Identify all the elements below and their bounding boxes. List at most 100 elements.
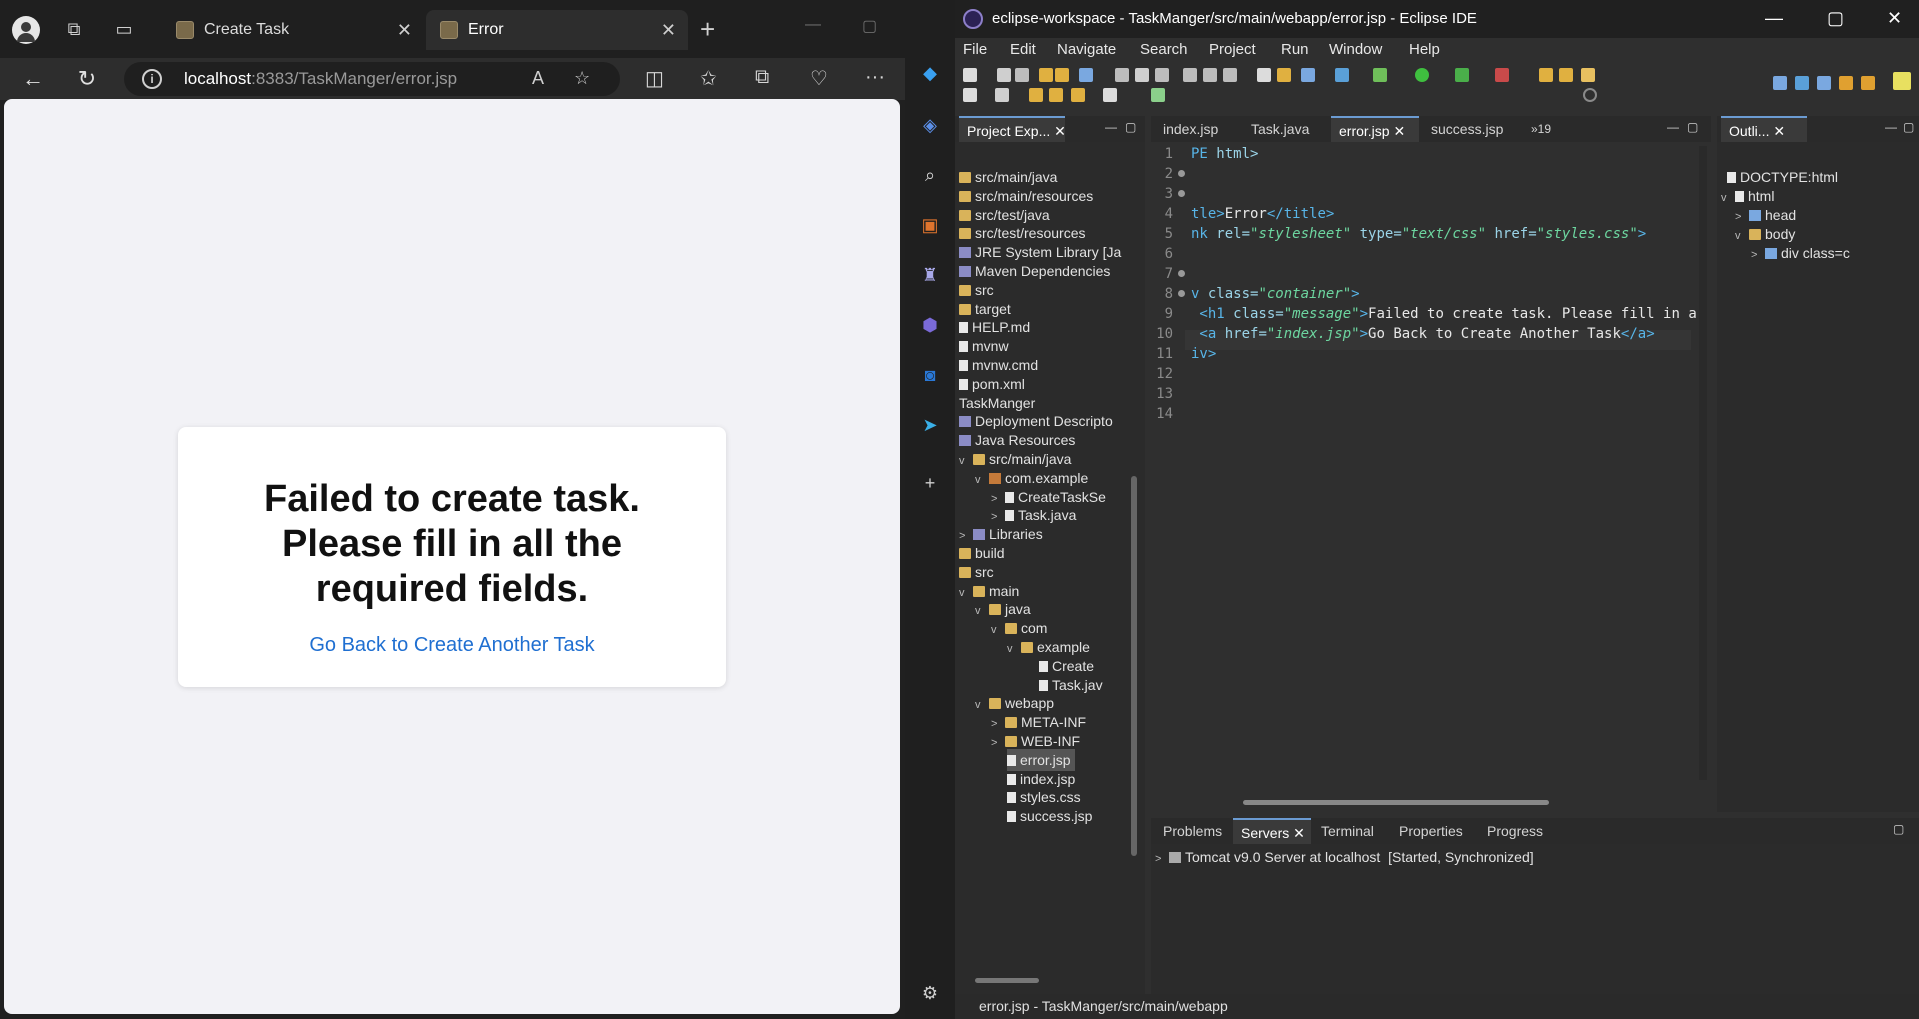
menu-run[interactable]: Run [1281, 41, 1309, 58]
menu-search[interactable]: Search [1140, 41, 1188, 58]
tools-icon[interactable]: ▣ [917, 212, 943, 238]
site-info-icon[interactable]: i [142, 69, 162, 89]
toggle-icon[interactable] [1079, 68, 1093, 82]
editor-tab-success[interactable]: success.jsp [1423, 116, 1519, 142]
new-icon[interactable] [963, 68, 977, 82]
tab-properties[interactable]: Properties [1391, 818, 1477, 844]
expand-chevron-icon[interactable]: > [991, 732, 1005, 754]
search-icon[interactable] [1583, 88, 1597, 102]
expand-chevron-icon[interactable]: v [1007, 638, 1021, 660]
close-tab-icon[interactable]: ✕ [1773, 123, 1785, 139]
step-over-icon[interactable] [1203, 68, 1217, 82]
server-row[interactable]: > Tomcat v9.0 Server at localhost [Starte… [1155, 846, 1534, 868]
expand-chevron-icon[interactable]: v [975, 694, 989, 716]
open-task-icon[interactable] [1257, 68, 1271, 82]
code-editor[interactable]: 1 2 3 4 5 6 7 8 9 10 11 12 13 14 PE html> tle>Error</… [1151, 144, 1697, 784]
copilot-icon[interactable]: ◆ [917, 60, 943, 86]
search-icon[interactable]: ⌕ [917, 162, 943, 188]
next-annotation-icon[interactable] [963, 88, 977, 102]
close-icon[interactable]: ✕ [1887, 8, 1902, 29]
menu-project[interactable]: Project [1209, 41, 1256, 58]
expand-chevron-icon[interactable]: v [959, 450, 973, 472]
brush-icon[interactable] [1581, 68, 1595, 82]
profile-avatar[interactable] [12, 16, 40, 44]
forward-history-icon[interactable] [1049, 88, 1063, 102]
tab-servers[interactable]: Servers ✕ [1233, 818, 1311, 844]
expand-chevron-icon[interactable]: v [991, 619, 1005, 641]
menu-navigate[interactable]: Navigate [1057, 41, 1116, 58]
tab-progress[interactable]: Progress [1479, 818, 1555, 844]
fold-marker-icon[interactable] [1178, 170, 1185, 177]
menu-window[interactable]: Window [1329, 41, 1382, 58]
step-return-icon[interactable] [1223, 68, 1237, 82]
fold-marker-icon[interactable] [1178, 270, 1185, 277]
new-server-icon[interactable] [1301, 68, 1315, 82]
close-tab-icon[interactable]: ✕ [1293, 825, 1305, 841]
minimize-view-icon[interactable]: — [1667, 120, 1679, 134]
address-bar[interactable]: i localhost:8383/TaskManger/error.jsp A … [124, 62, 620, 96]
shopping-icon[interactable]: ◈ [917, 112, 943, 138]
perspective-team-icon[interactable] [1861, 76, 1875, 90]
perspective-debug-icon[interactable] [1795, 76, 1809, 90]
coverage-icon[interactable] [1455, 68, 1469, 82]
expand-chevron-icon[interactable]: v [959, 582, 973, 604]
editor-tab-overflow[interactable]: »19 [1523, 116, 1563, 142]
suspend-icon[interactable] [1135, 68, 1149, 82]
minimize-icon[interactable]: — [805, 16, 821, 34]
back-button[interactable]: ← [18, 64, 48, 94]
tab-outline[interactable]: Outli... ✕ [1721, 116, 1807, 142]
editor-tab-task[interactable]: Task.java [1243, 116, 1327, 142]
games-icon[interactable]: ♜ [917, 262, 943, 288]
tree-horizontal-scrollbar[interactable] [975, 978, 1039, 983]
expand-chevron-icon[interactable]: v [1721, 187, 1735, 209]
expand-chevron-icon[interactable]: > [1751, 244, 1765, 266]
step-into-icon[interactable] [1183, 68, 1197, 82]
refresh-button[interactable]: ↻ [72, 64, 102, 94]
save-all-icon[interactable] [1015, 68, 1029, 82]
close-tab-icon[interactable]: ✕ [397, 10, 412, 50]
tree-item[interactable]: success.jsp [1007, 805, 1092, 827]
editor-tab-index[interactable]: index.jsp [1155, 116, 1239, 142]
minimize-view-icon[interactable]: — [1105, 120, 1117, 134]
menu-edit[interactable]: Edit [1010, 41, 1036, 58]
maximize-view-icon[interactable]: ▢ [1903, 120, 1914, 134]
collections-icon[interactable]: ⧉ [755, 66, 769, 89]
undo-icon[interactable] [1039, 68, 1053, 82]
forward-nav-icon[interactable] [1103, 88, 1117, 102]
run-icon[interactable] [1415, 68, 1429, 82]
save-icon[interactable] [997, 68, 1011, 82]
menu-file[interactable]: File [963, 41, 987, 58]
perspective-java-ee-icon[interactable] [1773, 76, 1787, 90]
open-type-icon[interactable] [1539, 68, 1553, 82]
tab-project-explorer[interactable]: Project Exp... ✕ [959, 116, 1065, 142]
menu-help[interactable]: Help [1409, 41, 1440, 58]
expand-chevron-icon[interactable]: > [1155, 848, 1169, 870]
expand-chevron-icon[interactable]: v [975, 600, 989, 622]
microsoft365-icon[interactable]: ⬢ [917, 312, 943, 338]
send-icon[interactable]: ➤ [917, 412, 943, 438]
more-menu-icon[interactable]: ··· [865, 66, 885, 89]
address-url[interactable]: localhost:8383/TaskManger/error.jsp [184, 69, 457, 89]
perspective-web-icon[interactable] [1893, 72, 1911, 90]
close-tab-icon[interactable]: ✕ [661, 10, 676, 50]
pin-editor-icon[interactable] [1151, 88, 1165, 102]
expand-chevron-icon[interactable]: v [1735, 225, 1749, 247]
editor-vertical-scrollbar[interactable] [1699, 146, 1707, 780]
perspective-git-icon[interactable] [1839, 76, 1853, 90]
last-edit-icon[interactable] [995, 88, 1009, 102]
resume-icon[interactable] [1115, 68, 1129, 82]
editor-horizontal-scrollbar[interactable] [1243, 800, 1549, 805]
workspaces-icon[interactable]: ⧉ [60, 15, 88, 43]
tab-error[interactable]: Error ✕ [426, 10, 688, 50]
maximize-view-icon[interactable]: ▢ [1687, 120, 1698, 134]
fold-marker-icon[interactable] [1178, 290, 1185, 297]
tab-problems[interactable]: Problems [1155, 818, 1231, 844]
task-list-icon[interactable] [1277, 68, 1291, 82]
new-tab-button[interactable]: + [700, 14, 715, 45]
tab-terminal[interactable]: Terminal [1313, 818, 1389, 844]
outlook-icon[interactable]: ◙ [917, 362, 943, 388]
go-back-link[interactable]: Go Back to Create Another Task [309, 634, 594, 657]
maximize-icon[interactable]: ▢ [1827, 8, 1844, 29]
tree-vertical-scrollbar[interactable] [1131, 476, 1137, 856]
split-screen-icon[interactable]: ◫ [645, 66, 664, 91]
